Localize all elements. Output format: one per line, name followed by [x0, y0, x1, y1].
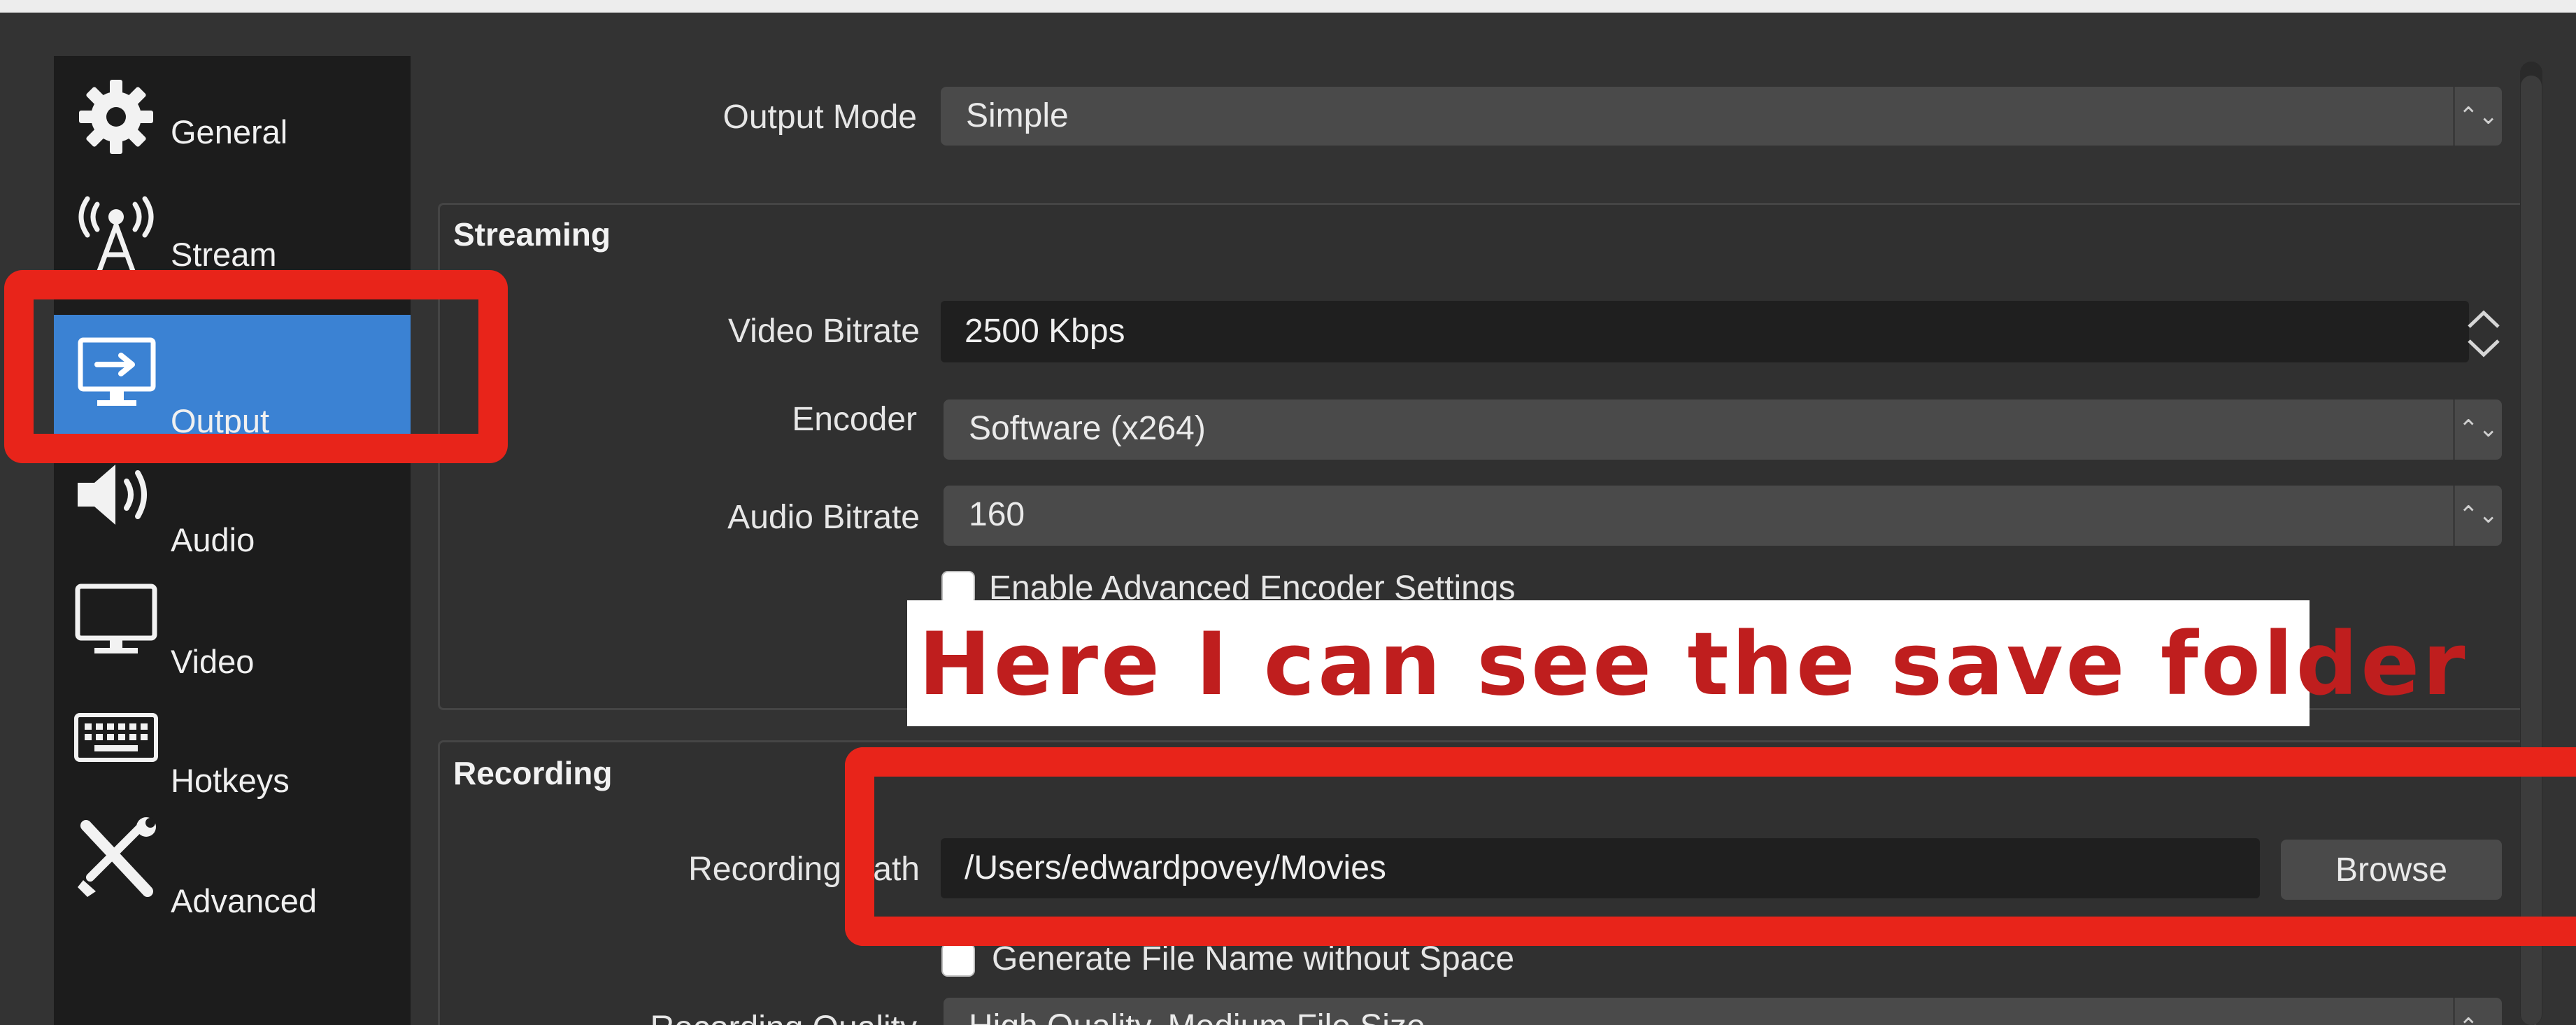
recording-group-title: Recording	[453, 755, 613, 791]
encoder-value: Software (x264)	[969, 410, 1206, 447]
streaming-group-title: Streaming	[453, 216, 611, 253]
monitor-icon	[75, 584, 157, 653]
keyboard-icon	[74, 713, 158, 762]
sidebar-item-label: Audio	[171, 521, 255, 558]
sidebar-item-advanced[interactable]: Advanced	[54, 813, 411, 932]
audio-bitrate-select[interactable]: 160 ⌃⌄	[944, 486, 2502, 546]
sidebar-item-label: Stream	[171, 236, 277, 273]
annotation-callout-text: Here I can see the save folder	[918, 614, 2468, 715]
sidebar-item-video[interactable]: Video	[54, 570, 411, 688]
recording-quality-select[interactable]: High Quality, Medium File Size ⌃⌄	[944, 998, 2502, 1025]
output-mode-label: Output Mode	[723, 99, 918, 136]
sidebar-item-label: Video	[171, 643, 255, 680]
chevron-updown-icon: ⌃⌄	[2453, 998, 2502, 1025]
antenna-icon	[78, 196, 154, 276]
chevron-updown-icon: ⌃⌄	[2453, 486, 2502, 546]
encoder-select[interactable]: Software (x264) ⌃⌄	[944, 400, 2502, 460]
output-mode-value: Simple	[966, 97, 1069, 134]
video-bitrate-label: Video Bitrate	[728, 313, 920, 350]
annotation-highlight-recording-path	[845, 747, 2576, 946]
video-bitrate-input[interactable]: 2500 Kbps	[941, 301, 2469, 362]
gear-icon	[79, 80, 153, 154]
audio-bitrate-label: Audio Bitrate	[727, 499, 920, 536]
video-bitrate-value: 2500 Kbps	[965, 313, 1125, 350]
sidebar-item-general[interactable]: General	[54, 56, 411, 175]
settings-sidebar: General Stream Output Audio Video Hotkey…	[54, 56, 411, 1025]
encoder-label: Encoder	[792, 401, 917, 438]
chevron-updown-icon: ⌃⌄	[2453, 87, 2502, 146]
sidebar-item-hotkeys[interactable]: Hotkeys	[54, 691, 411, 810]
annotation-callout: Here I can see the save folder	[907, 600, 2465, 726]
recording-quality-value: High Quality, Medium File Size	[969, 1008, 1425, 1025]
recording-quality-label: Recording Quality	[650, 1008, 917, 1025]
sidebar-item-label: General	[171, 113, 288, 150]
output-mode-select[interactable]: Simple ⌃⌄	[941, 87, 2502, 146]
audio-bitrate-value: 160	[969, 496, 1025, 533]
sidebar-item-label: Hotkeys	[171, 762, 290, 799]
filename-no-space-checkbox[interactable]	[941, 943, 975, 977]
spinner-arrows-icon[interactable]	[2463, 303, 2504, 365]
chevron-updown-icon: ⌃⌄	[2453, 400, 2502, 460]
annotation-highlight-output	[4, 270, 508, 463]
advanced-encoder-checkbox[interactable]	[941, 571, 975, 605]
tools-icon	[78, 817, 156, 897]
sidebar-item-label: Advanced	[171, 882, 318, 919]
